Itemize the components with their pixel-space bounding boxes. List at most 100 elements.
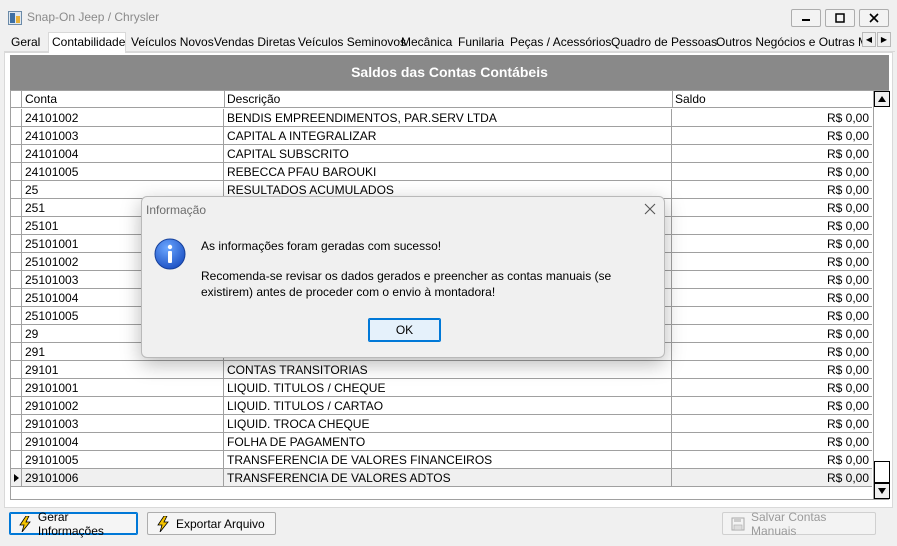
tab-outros-negocios[interactable]: Outros Negócios e Outras Mar xyxy=(713,34,862,52)
tab-contabilidade[interactable]: Contabilidade xyxy=(48,32,126,53)
cell-conta[interactable]: 29101002 xyxy=(23,397,224,415)
row-indicator[interactable] xyxy=(11,127,22,145)
ok-button[interactable]: OK xyxy=(368,318,441,342)
maximize-button[interactable] xyxy=(825,9,855,27)
cell-saldo[interactable]: R$ 0,00 xyxy=(673,325,872,343)
table-row[interactable]: 29101006 TRANSFERENCIA DE VALORES ADTOS R$… xyxy=(11,469,872,487)
cell-descricao[interactable]: TRANSFERENCIA DE VALORES ADTOS xyxy=(225,469,672,487)
cell-descricao[interactable]: LIQUID. TROCA CHEQUE xyxy=(225,415,672,433)
table-row[interactable]: 29101002 LIQUID. TITULOS / CARTAO R$ 0,00 xyxy=(11,397,872,415)
tab-funilaria[interactable]: Funilaria xyxy=(455,34,504,52)
cell-saldo[interactable]: R$ 0,00 xyxy=(673,451,872,469)
cell-conta[interactable]: 29101001 xyxy=(23,379,224,397)
cell-conta[interactable]: 29101006 xyxy=(23,469,224,487)
row-indicator[interactable] xyxy=(11,469,22,487)
column-header-descricao[interactable]: Descrição xyxy=(224,91,673,108)
tab-mecanica[interactable]: Mecânica xyxy=(398,34,452,52)
gerar-informacoes-button[interactable]: Gerar Informações xyxy=(9,510,138,538)
cell-descricao[interactable]: REBECCA PFAU BAROUKI xyxy=(225,163,672,181)
table-row[interactable]: 29101 CONTAS TRANSITORIAS R$ 0,00 xyxy=(11,361,872,379)
cell-descricao[interactable]: LIQUID. TITULOS / CHEQUE xyxy=(225,379,672,397)
column-header-saldo[interactable]: Saldo xyxy=(672,91,872,108)
table-row[interactable]: 29101005 TRANSFERENCIA DE VALORES FINANCE… xyxy=(11,451,872,469)
cell-saldo[interactable]: R$ 0,00 xyxy=(673,181,872,199)
cell-descricao[interactable]: TRANSFERENCIA DE VALORES FINANCEIROS xyxy=(225,451,672,469)
cell-saldo[interactable]: R$ 0,00 xyxy=(673,235,872,253)
grid-vertical-scrollbar[interactable] xyxy=(873,91,890,499)
cell-saldo[interactable]: R$ 0,00 xyxy=(673,145,872,163)
cell-saldo[interactable]: R$ 0,00 xyxy=(673,199,872,217)
row-indicator[interactable] xyxy=(11,415,22,433)
cell-descricao[interactable]: CAPITAL SUBSCRITO xyxy=(225,145,672,163)
close-button[interactable] xyxy=(859,9,889,27)
cell-saldo[interactable]: R$ 0,00 xyxy=(673,379,872,397)
table-row[interactable]: 24101003 CAPITAL A INTEGRALIZAR R$ 0,00 xyxy=(11,127,872,145)
row-indicator[interactable] xyxy=(11,379,22,397)
cell-saldo[interactable]: R$ 0,00 xyxy=(673,253,872,271)
row-indicator[interactable] xyxy=(11,253,22,271)
cell-saldo[interactable]: R$ 0,00 xyxy=(673,307,872,325)
cell-saldo[interactable]: R$ 0,00 xyxy=(673,361,872,379)
row-indicator[interactable] xyxy=(11,217,22,235)
cell-saldo[interactable]: R$ 0,00 xyxy=(673,397,872,415)
cell-descricao[interactable]: CAPITAL A INTEGRALIZAR xyxy=(225,127,672,145)
scroll-up-button[interactable] xyxy=(874,91,890,107)
column-header-conta[interactable]: Conta xyxy=(23,91,225,108)
cell-conta[interactable]: 29101 xyxy=(23,361,224,379)
cell-conta[interactable]: 29101005 xyxy=(23,451,224,469)
cell-saldo[interactable]: R$ 0,00 xyxy=(673,469,872,487)
dialog-close-button[interactable] xyxy=(642,201,658,217)
cell-descricao[interactable]: LIQUID. TITULOS / CARTAO xyxy=(225,397,672,415)
cell-conta[interactable]: 24101004 xyxy=(23,145,224,163)
cell-conta[interactable]: 24101005 xyxy=(23,163,224,181)
row-indicator[interactable] xyxy=(11,163,22,181)
cell-saldo[interactable]: R$ 0,00 xyxy=(673,217,872,235)
row-indicator[interactable] xyxy=(11,289,22,307)
row-indicator[interactable] xyxy=(11,361,22,379)
row-indicator[interactable] xyxy=(11,145,22,163)
tab-veiculos-novos[interactable]: Veículos Novos xyxy=(128,34,214,52)
row-indicator[interactable] xyxy=(11,181,22,199)
cell-saldo[interactable]: R$ 0,00 xyxy=(673,271,872,289)
table-row[interactable]: 24101004 CAPITAL SUBSCRITO R$ 0,00 xyxy=(11,145,872,163)
cell-saldo[interactable]: R$ 0,00 xyxy=(673,289,872,307)
tab-veiculos-seminovos[interactable]: Veículos Seminovos xyxy=(295,34,406,52)
minimize-button[interactable] xyxy=(791,9,821,27)
cell-descricao[interactable]: CONTAS TRANSITORIAS xyxy=(225,361,672,379)
tab-scroll-left-button[interactable]: ◀ xyxy=(862,32,876,47)
cell-saldo[interactable]: R$ 0,00 xyxy=(673,163,872,181)
tab-vendas-diretas[interactable]: Vendas Diretas xyxy=(211,34,295,52)
tab-pecas-acessorios[interactable]: Peças / Acessórios xyxy=(507,34,611,52)
row-indicator[interactable] xyxy=(11,109,22,127)
cell-conta[interactable]: 24101002 xyxy=(23,109,224,127)
row-indicator[interactable] xyxy=(11,451,22,469)
cell-descricao[interactable]: BENDIS EMPREENDIMENTOS, PAR.SERV LTDA xyxy=(225,109,672,127)
scroll-down-button[interactable] xyxy=(874,483,890,499)
cell-saldo[interactable]: R$ 0,00 xyxy=(673,433,872,451)
cell-saldo[interactable]: R$ 0,00 xyxy=(673,415,872,433)
tab-geral[interactable]: Geral xyxy=(8,34,40,52)
cell-saldo[interactable]: R$ 0,00 xyxy=(673,343,872,361)
tab-scroll-right-button[interactable]: ▶ xyxy=(877,32,891,47)
table-row[interactable]: 24101002 BENDIS EMPREENDIMENTOS, PAR.SERV… xyxy=(11,109,872,127)
cell-conta[interactable]: 29101004 xyxy=(23,433,224,451)
scroll-thumb[interactable] xyxy=(874,461,890,483)
table-row[interactable]: 29101003 LIQUID. TROCA CHEQUE R$ 0,00 xyxy=(11,415,872,433)
table-row[interactable]: 29101001 LIQUID. TITULOS / CHEQUE R$ 0,00 xyxy=(11,379,872,397)
row-indicator[interactable] xyxy=(11,307,22,325)
row-indicator[interactable] xyxy=(11,343,22,361)
cell-descricao[interactable]: FOLHA DE PAGAMENTO xyxy=(225,433,672,451)
cell-saldo[interactable]: R$ 0,00 xyxy=(673,127,872,145)
row-indicator[interactable] xyxy=(11,235,22,253)
row-indicator[interactable] xyxy=(11,325,22,343)
table-row[interactable]: 29101004 FOLHA DE PAGAMENTO R$ 0,00 xyxy=(11,433,872,451)
row-indicator[interactable] xyxy=(11,397,22,415)
row-indicator[interactable] xyxy=(11,433,22,451)
row-indicator[interactable] xyxy=(11,271,22,289)
row-indicator[interactable] xyxy=(11,199,22,217)
cell-conta[interactable]: 24101003 xyxy=(23,127,224,145)
cell-conta[interactable]: 29101003 xyxy=(23,415,224,433)
table-row[interactable]: 24101005 REBECCA PFAU BAROUKI R$ 0,00 xyxy=(11,163,872,181)
exportar-arquivo-button[interactable]: Exportar Arquivo xyxy=(147,512,276,535)
tab-quadro-de-pessoas[interactable]: Quadro de Pessoas xyxy=(608,34,717,52)
